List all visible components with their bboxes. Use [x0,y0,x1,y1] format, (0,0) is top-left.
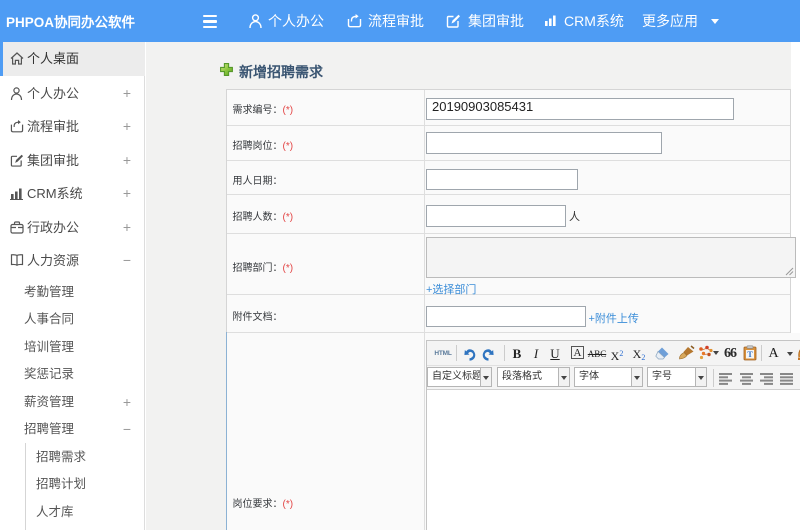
svg-text:T: T [747,350,753,359]
